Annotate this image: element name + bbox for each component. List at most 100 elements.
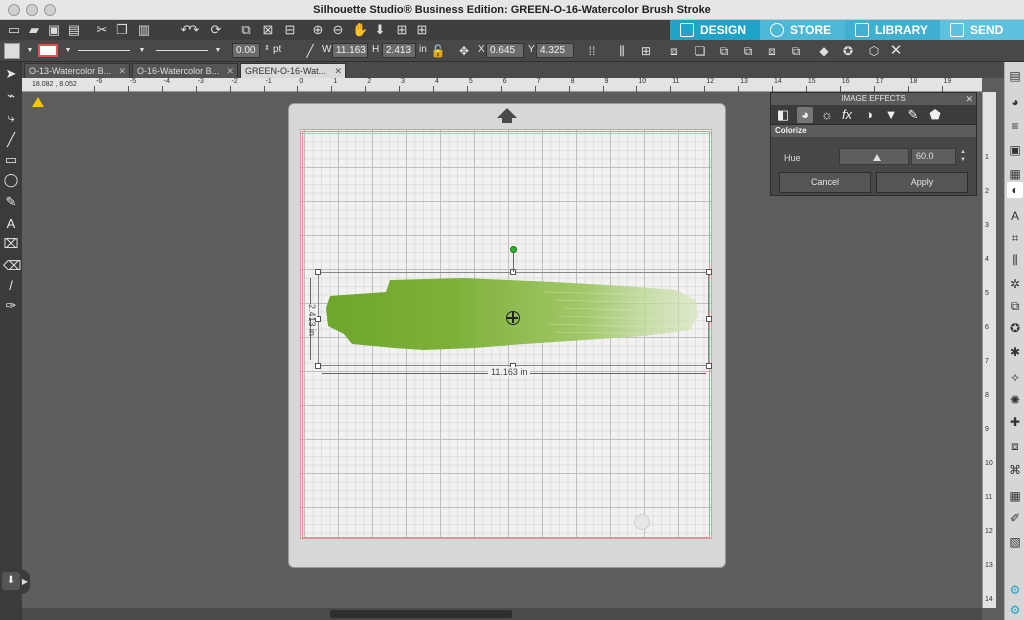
brightness-icon[interactable]: ☼: [819, 107, 835, 123]
fx-icon[interactable]: fx: [839, 107, 855, 123]
cancel-button[interactable]: Cancel: [779, 172, 871, 193]
tab-design[interactable]: DESIGN: [670, 20, 760, 40]
text-style-icon[interactable]: A: [1007, 208, 1023, 224]
sparkle-icon[interactable]: ✧: [1007, 370, 1023, 386]
import-icon[interactable]: ⬇: [2, 572, 20, 590]
x-position-input[interactable]: 0.645: [486, 43, 524, 58]
close-icon[interactable]: ✕: [965, 93, 973, 105]
tab-document[interactable]: O-16-Watercolor B... ✕: [132, 63, 238, 78]
fill-icon[interactable]: ▦: [1007, 166, 1023, 182]
horizontal-scrollbar[interactable]: [22, 608, 982, 620]
trace-icon[interactable]: ⧉: [788, 43, 804, 59]
text-tool-icon[interactable]: A: [3, 216, 19, 232]
hue-slider[interactable]: [839, 148, 909, 165]
delete-icon[interactable]: ⊟: [282, 22, 298, 38]
copy-icon[interactable]: ❐: [114, 22, 130, 38]
hue-input[interactable]: 60.0: [911, 148, 956, 165]
contrast-icon[interactable]: ◑: [861, 107, 877, 123]
fit-view-icon[interactable]: ⊞: [394, 22, 410, 38]
line-width-input[interactable]: 0.00: [232, 43, 260, 58]
media-icon[interactable]: ▣: [1007, 142, 1023, 158]
weld-icon[interactable]: ⧉: [716, 43, 732, 59]
line-style-icon[interactable]: ≡: [1007, 118, 1023, 134]
pan-hand-icon[interactable]: ✋: [352, 22, 368, 38]
line-color-icon[interactable]: [38, 44, 58, 57]
group-icon[interactable]: ⧉: [238, 22, 254, 38]
eraser-icon[interactable]: ⌫: [3, 258, 21, 274]
ungroup-icon[interactable]: ⊠: [260, 22, 276, 38]
cut-icon[interactable]: ✂: [94, 22, 110, 38]
warning-icon[interactable]: [32, 97, 44, 107]
curve-icon[interactable]: ⤷: [3, 110, 19, 126]
resize-handle-br[interactable]: [706, 363, 712, 369]
eyedropper-icon[interactable]: ✑: [3, 298, 19, 314]
chevron-down-icon[interactable]: ▼: [60, 43, 76, 59]
chevron-down-icon[interactable]: ▼: [22, 43, 38, 59]
offset-panel-icon[interactable]: ✺: [1007, 392, 1023, 408]
close-window-button[interactable]: [8, 4, 20, 16]
gear-icon[interactable]: ⚙: [1007, 582, 1023, 598]
rotate-handle[interactable]: [510, 246, 517, 253]
select-arrow-icon[interactable]: ➤: [3, 66, 19, 82]
move-down-icon[interactable]: ⬇: [372, 22, 388, 38]
tab-store[interactable]: STORE: [760, 20, 845, 40]
refresh-icon[interactable]: ⟳: [208, 22, 224, 38]
star-panel-icon[interactable]: ✪: [1007, 320, 1023, 336]
offset-icon[interactable]: ⧉: [740, 43, 756, 59]
pen-panel-icon[interactable]: ✐: [1007, 510, 1023, 526]
layers-icon[interactable]: ⧈: [1007, 438, 1023, 454]
add-page-icon[interactable]: ⊞: [414, 22, 430, 38]
star-icon[interactable]: ✪: [840, 43, 856, 59]
close-tab-icon[interactable]: ✕: [226, 64, 234, 78]
pentagon-icon[interactable]: ⬟: [927, 107, 943, 123]
line-cap-select[interactable]: [156, 50, 208, 51]
new-file-icon[interactable]: ▭: [6, 22, 22, 38]
resize-handle-tl[interactable]: [315, 269, 321, 275]
print-icon[interactable]: ▤: [66, 22, 82, 38]
slider-knob[interactable]: [873, 154, 881, 161]
tab-document[interactable]: O-13-Watercolor B... ✕: [24, 63, 130, 78]
grid-dots-icon[interactable]: ⁞⁞: [584, 43, 600, 59]
paste-icon[interactable]: ▥: [136, 22, 152, 38]
close-tab-icon[interactable]: ✕: [118, 64, 126, 78]
pencil-icon[interactable]: ✎: [3, 194, 19, 210]
knife-icon[interactable]: ⌧: [3, 236, 19, 252]
expand-panel-icon[interactable]: ▶: [20, 570, 30, 594]
rhinestone-icon[interactable]: ✱: [1007, 344, 1023, 360]
height-input[interactable]: 2.413: [382, 43, 416, 58]
chevron-down-icon[interactable]: ▼: [210, 43, 226, 59]
panel-header[interactable]: IMAGE EFFECTS ✕: [771, 93, 976, 105]
chevron-down-icon[interactable]: ▼: [134, 43, 150, 59]
tab-send[interactable]: SEND: [940, 20, 1024, 40]
y-position-input[interactable]: 4.325: [536, 43, 574, 58]
align-icon[interactable]: ⫼: [614, 43, 630, 59]
scrollbar-thumb[interactable]: [330, 610, 512, 618]
zoom-window-button[interactable]: [44, 4, 56, 16]
rectangle-tool-icon[interactable]: ▭: [3, 152, 19, 168]
zoom-out-icon[interactable]: ⊖: [330, 22, 346, 38]
close-icon[interactable]: ✕: [888, 43, 904, 59]
align-panel-icon[interactable]: ⫼: [1007, 252, 1023, 268]
open-folder-icon[interactable]: ▰: [26, 22, 42, 38]
close-tab-icon[interactable]: ✕: [334, 64, 342, 78]
tab-library[interactable]: LIBRARY: [845, 20, 940, 40]
transform-icon[interactable]: ⧈: [666, 43, 682, 59]
resize-handle-r[interactable]: [706, 316, 712, 322]
modify-panel-icon[interactable]: ⧉: [1007, 298, 1023, 314]
filter-icon[interactable]: ▼: [883, 107, 899, 123]
apply-button[interactable]: Apply: [876, 172, 968, 193]
redo-icon[interactable]: ↷: [186, 22, 202, 38]
page-setup-icon[interactable]: ▤: [1007, 68, 1023, 84]
stepper-icon[interactable]: ⇕: [264, 44, 270, 52]
lock-ratio-icon[interactable]: 🔓: [430, 43, 446, 59]
settings-icon[interactable]: ⚙: [1007, 602, 1023, 618]
transform-panel-icon[interactable]: ⌗: [1007, 230, 1023, 246]
hue-stepper[interactable]: ▲ ▼: [959, 148, 967, 165]
palette-icon[interactable]: ◕: [797, 107, 813, 123]
brush-icon[interactable]: /: [3, 278, 19, 294]
paint-icon[interactable]: ✎: [905, 107, 921, 123]
modify-icon[interactable]: ⧈: [764, 43, 780, 59]
line-style-select[interactable]: [78, 50, 130, 51]
point-edit-icon[interactable]: ⌁: [3, 88, 19, 104]
image-effects-icon[interactable]: ◐: [1007, 182, 1023, 198]
